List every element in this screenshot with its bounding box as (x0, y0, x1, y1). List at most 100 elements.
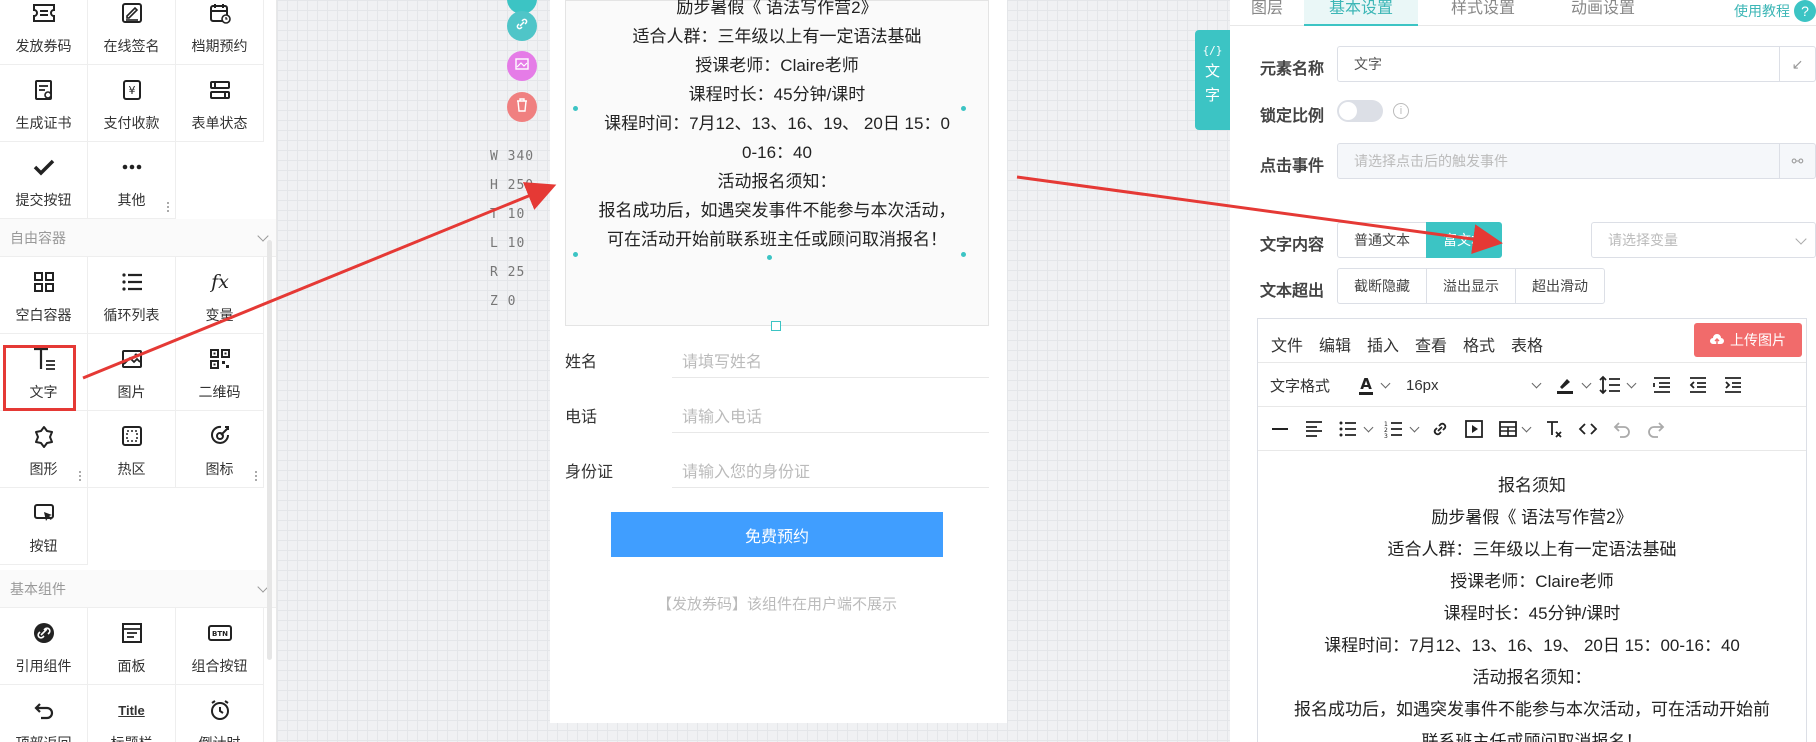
component-loop-list[interactable]: 循环列表 (88, 257, 176, 334)
component-title-bar[interactable]: Title 标题栏 (88, 685, 176, 742)
section-free-container[interactable]: 自由容器 (0, 219, 276, 257)
menu-file[interactable]: 文件 (1271, 332, 1303, 356)
delete-tool[interactable] (507, 92, 537, 122)
menu-view[interactable]: 查看 (1415, 332, 1447, 356)
indent-icon[interactable] (1721, 373, 1745, 397)
element-type-tab[interactable]: {/} 文 字 (1195, 30, 1230, 130)
link-icon[interactable] (1428, 417, 1452, 441)
component-schedule[interactable]: 档期预约 (176, 0, 264, 65)
id-card-input[interactable]: 请输入您的身份证 (672, 444, 989, 488)
component-certificate[interactable]: 生成证书 (0, 65, 88, 142)
plain-text-option[interactable]: 普通文本 (1337, 222, 1427, 258)
clear-format-icon[interactable] (1542, 417, 1566, 441)
component-icon[interactable]: 图标 (176, 411, 264, 488)
menu-edit[interactable]: 编辑 (1319, 332, 1351, 356)
phone-input[interactable]: 请输入电话 (672, 389, 989, 433)
rich-text-option[interactable]: 富文本 (1426, 222, 1502, 258)
component-combo-button[interactable]: BTN 组合按钮 (176, 608, 264, 685)
name-input[interactable]: 请填写姓名 (672, 334, 989, 378)
lock-ratio-toggle[interactable] (1337, 100, 1383, 122)
tab-basic-settings[interactable]: 基本设置 (1304, 0, 1418, 26)
font-color-icon[interactable]: A (1354, 373, 1378, 397)
component-qrcode[interactable]: 二维码 (176, 334, 264, 411)
text-line: 励步暑假《 语法写作营2》 (676, 0, 878, 17)
panel-scrollbar[interactable] (267, 240, 272, 660)
fx-icon: fx (205, 267, 235, 297)
component-coupon[interactable]: 发放券码 (0, 0, 88, 65)
selected-text-element[interactable] (565, 0, 989, 326)
component-image[interactable]: 图片 (88, 334, 176, 411)
component-top-back[interactable]: 顶部返回 (0, 685, 88, 742)
resize-handle[interactable] (767, 255, 772, 260)
info-icon[interactable]: i (1393, 103, 1409, 119)
component-reference[interactable]: 引用组件 (0, 608, 88, 685)
paragraph-spacing-icon[interactable] (1650, 373, 1674, 397)
section-basic-components[interactable]: 基本组件 (0, 570, 276, 608)
component-panel[interactable]: 面板 (88, 608, 176, 685)
chevron-down-icon[interactable] (1530, 373, 1542, 397)
upload-image-button[interactable]: 上传图片 (1694, 323, 1802, 357)
bullet-list-icon[interactable] (1336, 417, 1360, 441)
numbered-list-icon[interactable]: 123 (1382, 417, 1406, 441)
menu-insert[interactable]: 插入 (1367, 332, 1399, 356)
menu-table[interactable]: 表格 (1511, 332, 1543, 356)
link-tool[interactable] (507, 11, 537, 41)
overflow-scroll-option[interactable]: 超出滑动 (1515, 268, 1605, 304)
menu-format[interactable]: 格式 (1463, 332, 1495, 356)
component-signature[interactable]: 在线签名 (88, 0, 176, 65)
component-variable[interactable]: fx 变量 (176, 257, 264, 334)
code-icon[interactable] (1576, 417, 1600, 441)
bottom-resize-handle[interactable] (771, 321, 781, 331)
resize-handle[interactable] (961, 252, 966, 257)
drag-handle[interactable] (255, 471, 257, 481)
link-icon[interactable]: ⚯ (1779, 144, 1815, 178)
component-button[interactable]: 按钮 (0, 488, 88, 565)
chevron-down-icon[interactable] (1362, 417, 1374, 441)
outdent-icon[interactable] (1686, 373, 1710, 397)
horizontal-line-icon[interactable] (1268, 417, 1292, 441)
table-icon[interactable] (1496, 417, 1520, 441)
qrcode-icon (205, 344, 235, 374)
component-submit-button[interactable]: 提交按钮 (0, 142, 88, 219)
undo-icon[interactable] (1610, 417, 1634, 441)
variable-select[interactable]: 请选择变量 (1591, 222, 1816, 258)
chevron-down-icon[interactable] (1580, 373, 1592, 397)
align-left-icon[interactable] (1302, 417, 1326, 441)
overflow-truncate-option[interactable]: 截断隐藏 (1337, 268, 1427, 304)
redo-icon[interactable] (1644, 417, 1668, 441)
media-icon[interactable] (1462, 417, 1486, 441)
chevron-down-icon[interactable] (1408, 417, 1420, 441)
free-reserve-button[interactable]: 免费预约 (611, 512, 943, 557)
tab-animation-settings[interactable]: 动画设置 (1548, 0, 1658, 26)
text-format-select[interactable]: 文字格式 (1270, 373, 1330, 397)
overflow-visible-option[interactable]: 溢出显示 (1426, 268, 1516, 304)
drag-handle[interactable] (167, 202, 169, 212)
click-event-input[interactable]: 请选择点击后的触发事件 ⚯ (1337, 143, 1816, 179)
component-payment[interactable]: ¥ 支付收款 (88, 65, 176, 142)
component-other[interactable]: 其他 (88, 142, 176, 219)
component-label: 变量 (205, 307, 234, 323)
component-label: 生成证书 (15, 115, 72, 131)
component-shape[interactable]: 图形 (0, 411, 88, 488)
chevron-down-icon[interactable] (1625, 373, 1637, 397)
cloud-upload-icon (1710, 332, 1724, 348)
collapse-arrow-icon[interactable]: ↙ (1779, 47, 1815, 81)
image-tool[interactable] (507, 51, 537, 81)
help-link[interactable]: 使用教程 ? (1734, 0, 1816, 22)
chevron-down-icon[interactable] (1379, 373, 1391, 397)
tab-style-settings[interactable]: 样式设置 (1428, 0, 1538, 26)
drag-handle[interactable] (79, 471, 81, 481)
line-height-icon[interactable] (1598, 373, 1622, 397)
font-size-value[interactable]: 16px (1406, 373, 1439, 397)
resize-handle[interactable] (961, 106, 966, 111)
element-name-input[interactable]: 文字 ↙ (1337, 46, 1816, 82)
resize-handle[interactable] (573, 252, 578, 257)
highlight-icon[interactable] (1553, 373, 1577, 397)
component-countdown[interactable]: 倒计时 (176, 685, 264, 742)
component-hotspot[interactable]: 热区 (88, 411, 176, 488)
resize-handle[interactable] (573, 106, 578, 111)
component-blank-container[interactable]: 空白容器 (0, 257, 88, 334)
component-form-status[interactable]: 表单状态 (176, 65, 264, 142)
tab-layers[interactable]: 图层 (1230, 0, 1304, 26)
chevron-down-icon[interactable] (1520, 417, 1532, 441)
